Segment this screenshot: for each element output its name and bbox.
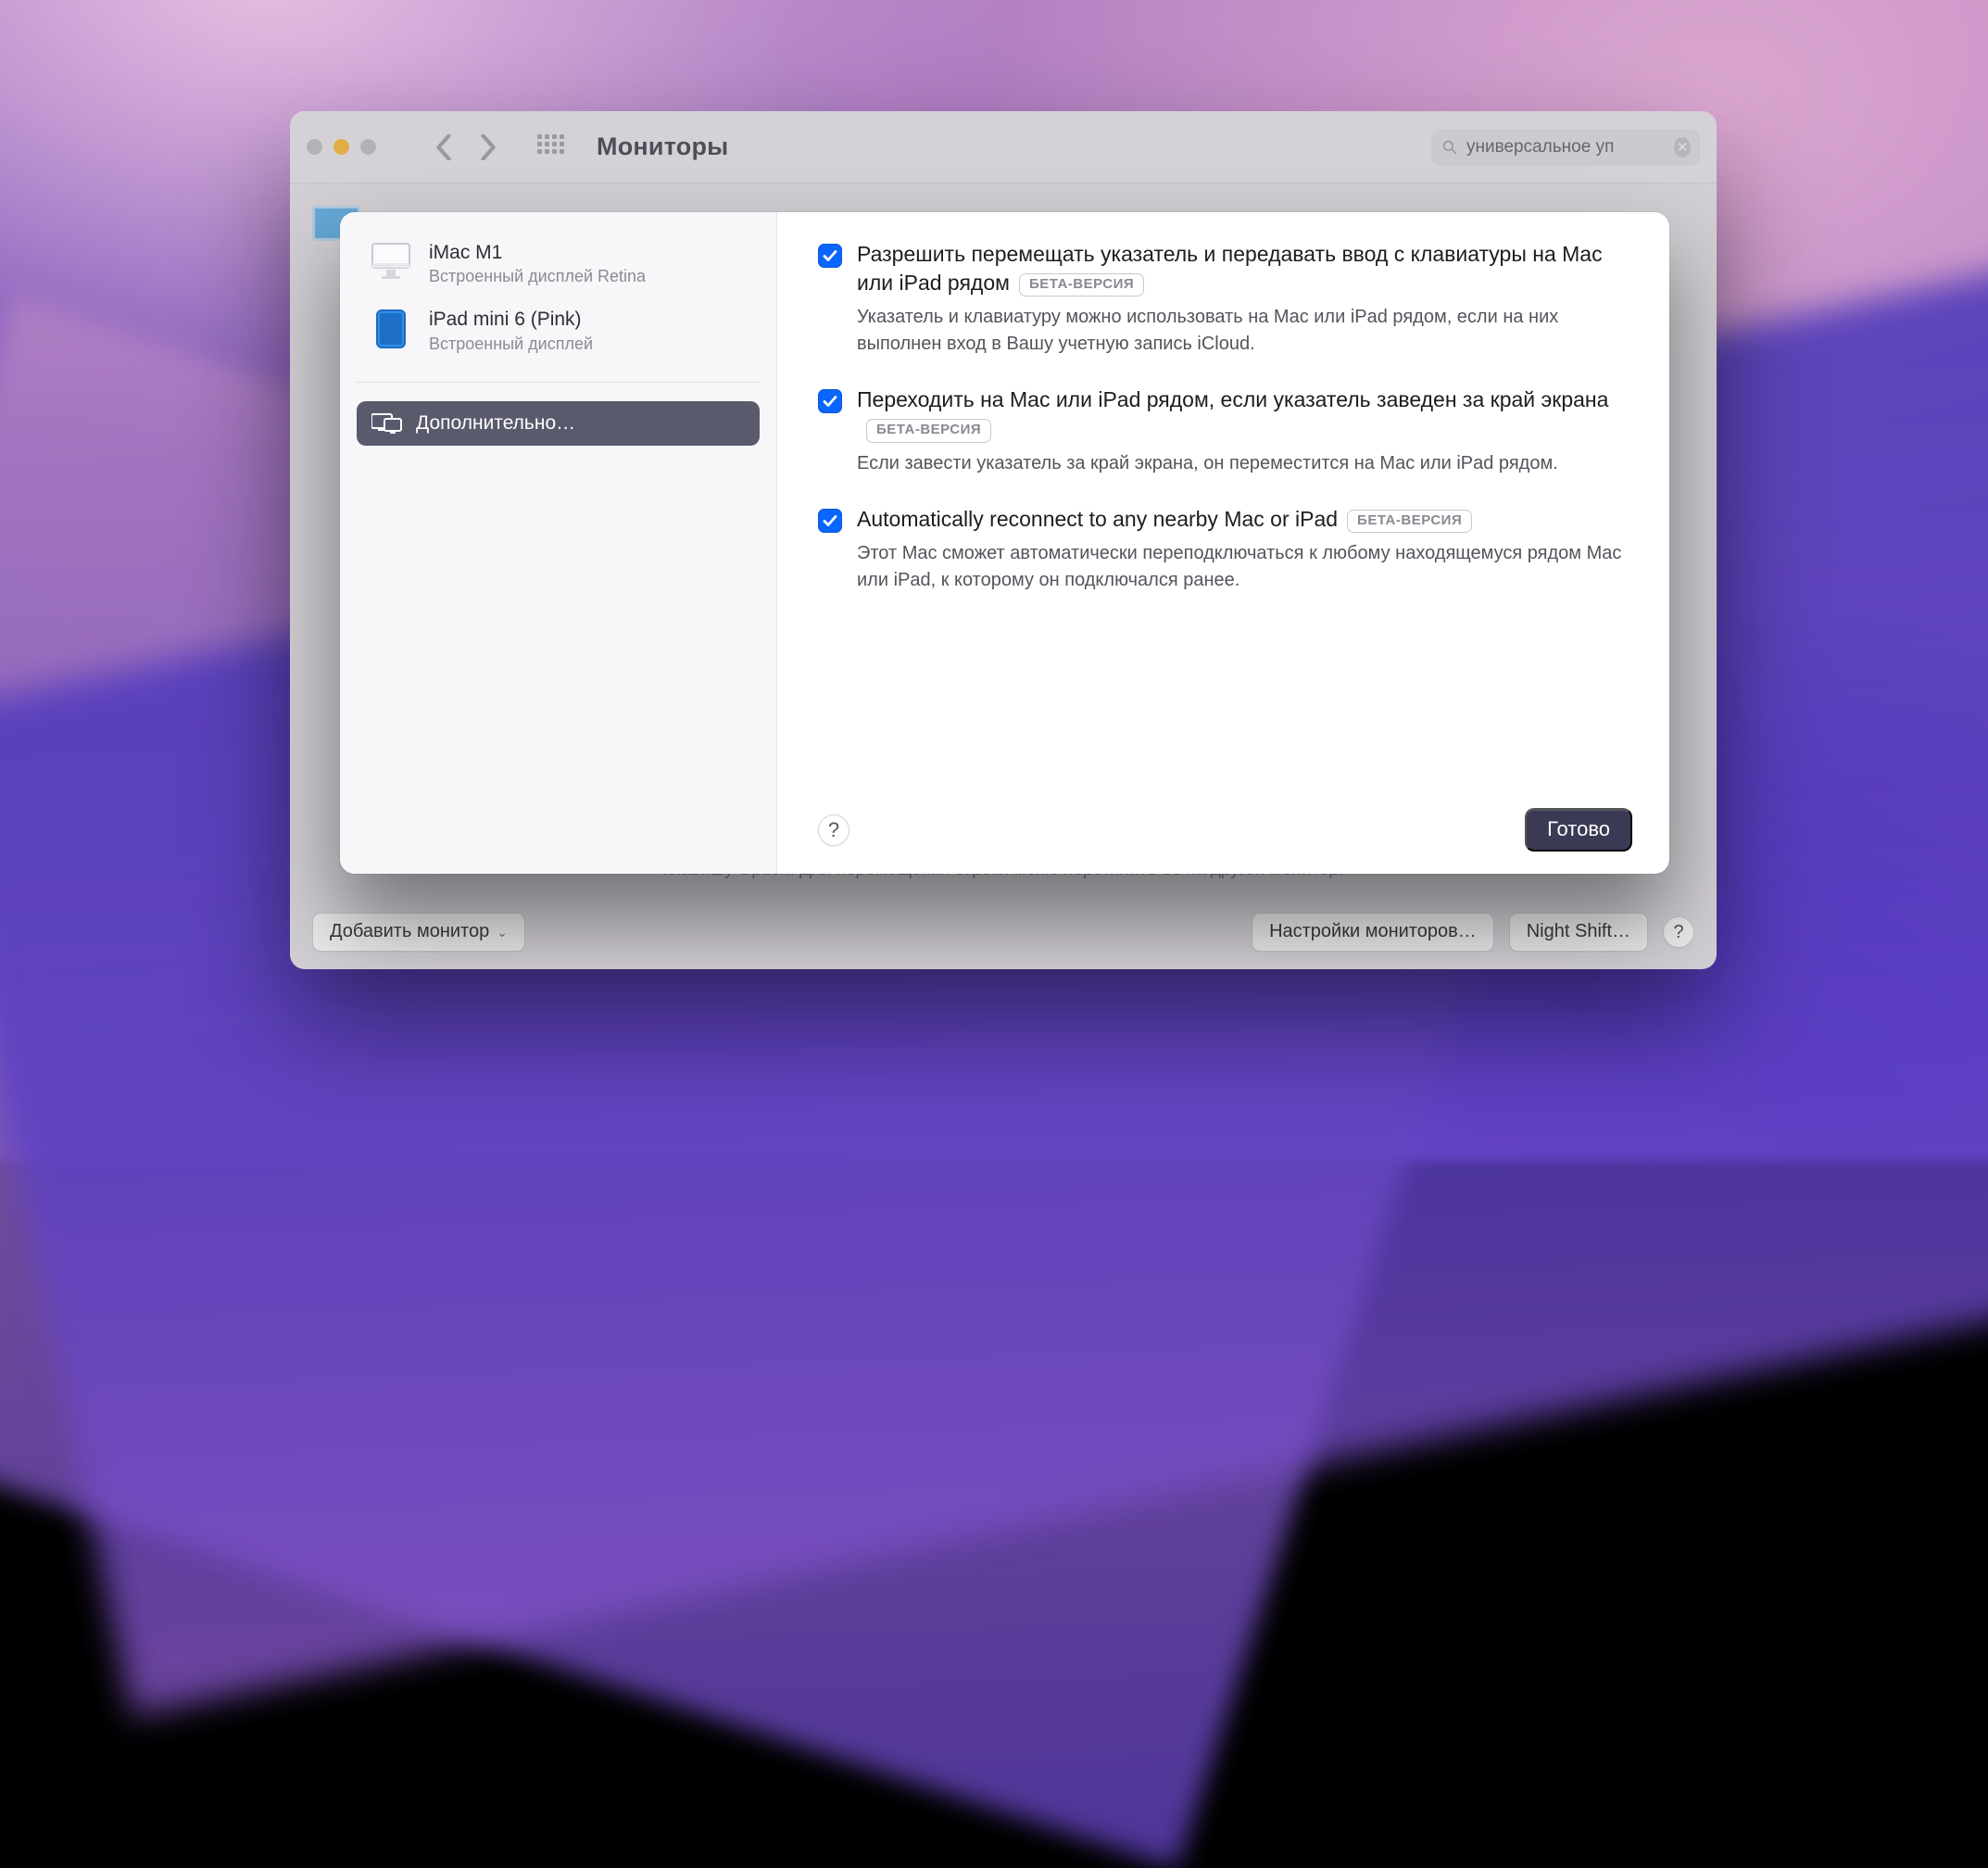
option-description: Указатель и клавиатуру можно использоват… (857, 304, 1632, 358)
device-name: iMac M1 (429, 240, 752, 265)
option-title: Переходить на Mac или iPad рядом, если у… (857, 385, 1632, 444)
checkmark-icon (822, 247, 838, 264)
checkbox[interactable] (818, 244, 842, 268)
beta-badge: БЕТА-ВЕРСИЯ (866, 419, 991, 442)
checkmark-icon (822, 512, 838, 529)
dialog-content: Разрешить перемещать указатель и передав… (777, 212, 1669, 874)
device-name: iPad mini 6 (Pink) (429, 307, 752, 332)
checkbox[interactable] (818, 509, 842, 533)
help-button[interactable]: ? (1663, 916, 1694, 948)
ipad-icon (370, 307, 412, 349)
option-allow-cursor-keyboard: Разрешить перемещать указатель и передав… (818, 240, 1632, 358)
displays-icon (371, 412, 403, 435)
chevron-down-icon: ⌄ (497, 925, 508, 940)
window-toolbar: Мониторы ✕ (290, 111, 1717, 183)
sidebar-item-advanced[interactable]: Дополнительно… (357, 401, 760, 446)
back-icon[interactable] (435, 134, 452, 160)
device-subtitle: Встроенный дисплей (429, 334, 752, 354)
beta-badge: БЕТА-ВЕРСИЯ (1019, 273, 1144, 297)
close-window-icon[interactable] (307, 139, 322, 155)
bottom-toolbar: Добавить монитор ⌄ Настройки мониторов… … (290, 895, 1717, 969)
option-push-through-edge: Переходить на Mac или iPad рядом, если у… (818, 385, 1632, 476)
search-icon (1442, 138, 1457, 157)
nav-arrows (435, 134, 497, 160)
option-title: Automatically reconnect to any nearby Ma… (857, 505, 1632, 535)
option-title-text: Переходить на Mac или iPad рядом, если у… (857, 387, 1608, 411)
search-input[interactable] (1466, 137, 1665, 158)
device-row-imac[interactable]: iMac M1 Встроенный дисплей Retina (357, 236, 760, 303)
night-shift-button[interactable]: Night Shift… (1509, 913, 1648, 952)
checkbox[interactable] (818, 389, 842, 413)
button-label: Добавить монитор (330, 921, 489, 942)
option-title: Разрешить перемещать указатель и передав… (857, 240, 1632, 298)
button-label: Night Shift… (1527, 921, 1630, 942)
option-title-text: Разрешить перемещать указатель и передав… (857, 242, 1603, 295)
beta-badge: БЕТА-ВЕРСИЯ (1347, 510, 1472, 533)
option-title-text: Automatically reconnect to any nearby Ma… (857, 507, 1338, 531)
dialog-footer: ? Готово (818, 808, 1632, 852)
device-row-ipad[interactable]: iPad mini 6 (Pink) Встроенный дисплей (357, 303, 760, 370)
device-subtitle: Встроенный дисплей Retina (429, 267, 752, 286)
sidebar-divider (357, 382, 760, 383)
traffic-lights (307, 139, 376, 155)
done-button[interactable]: Готово (1525, 808, 1632, 852)
minimize-window-icon[interactable] (333, 139, 349, 155)
sidebar-item-label: Дополнительно… (416, 412, 575, 435)
option-description: Этот Mac сможет автоматически переподклю… (857, 540, 1632, 594)
show-all-prefs-icon[interactable] (537, 134, 563, 160)
button-label: Настройки мониторов… (1269, 921, 1477, 942)
clear-search-icon[interactable]: ✕ (1674, 137, 1691, 158)
option-description: Если завести указатель за край экрана, о… (857, 450, 1632, 477)
help-button[interactable]: ? (818, 814, 849, 846)
imac-icon (370, 240, 412, 279)
toolbar-search[interactable]: ✕ (1431, 129, 1700, 166)
dialog-sidebar: iMac M1 Встроенный дисплей Retina iPad m… (340, 212, 777, 874)
add-display-button[interactable]: Добавить монитор ⌄ (312, 913, 525, 952)
checkmark-icon (822, 393, 838, 410)
display-settings-button[interactable]: Настройки мониторов… (1252, 913, 1494, 952)
universal-control-dialog: iMac M1 Встроенный дисплей Retina iPad m… (340, 212, 1669, 874)
forward-icon[interactable] (480, 134, 497, 160)
option-auto-reconnect: Automatically reconnect to any nearby Ma… (818, 505, 1632, 594)
window-title: Мониторы (597, 133, 728, 161)
zoom-window-icon[interactable] (360, 139, 376, 155)
